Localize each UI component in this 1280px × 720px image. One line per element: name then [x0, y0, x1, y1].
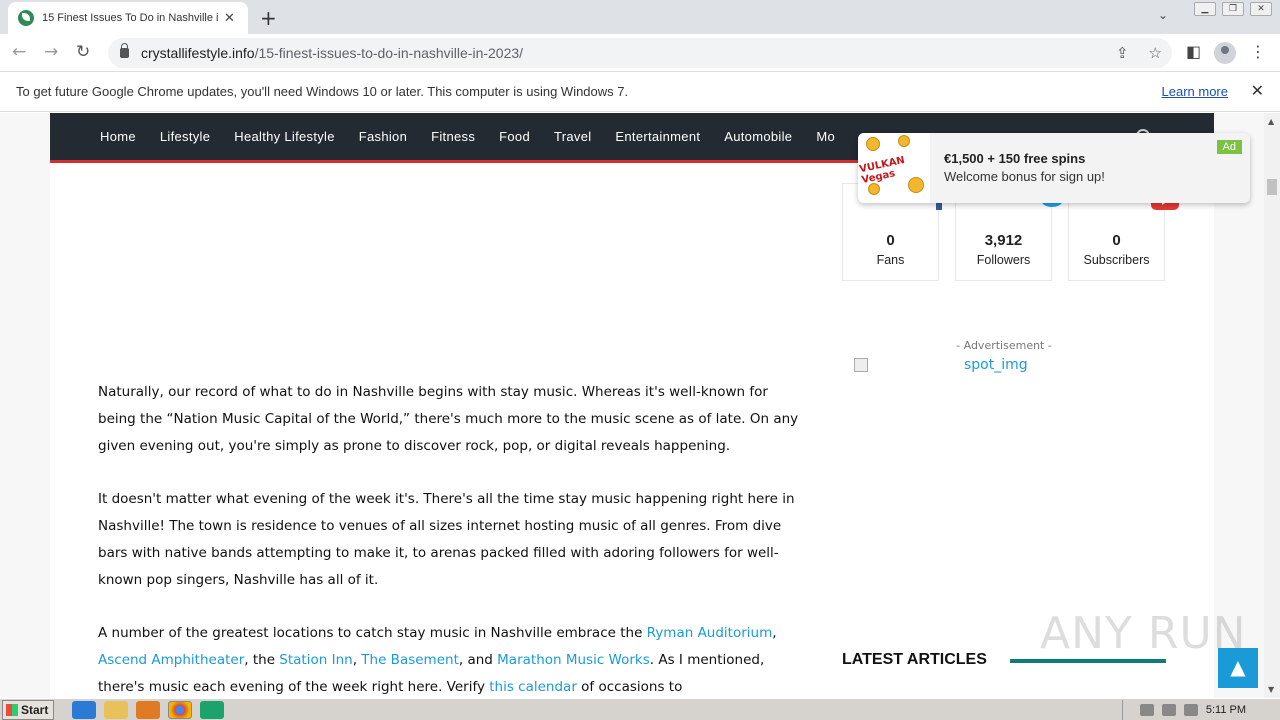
ad-badge: Ad: [1216, 140, 1242, 154]
nav-lifestyle[interactable]: Lifestyle: [160, 129, 210, 144]
marathon-music-works-link[interactable]: Marathon Music Works: [497, 652, 650, 668]
nav-more[interactable]: Mo: [816, 129, 835, 144]
side-panel-icon[interactable]: ◧: [1186, 42, 1201, 61]
subscribers-label: Subscribers: [1083, 253, 1150, 267]
article-paragraph-2: It doesn't matter what evening of the we…: [98, 491, 795, 588]
followers-count: 3,912: [984, 232, 1023, 249]
tab-strip: 15 Finest Issues To Do in Nashville in 2…: [0, 0, 1280, 34]
bookmark-star-icon[interactable]: ☆: [1149, 44, 1162, 62]
new-tab-button[interactable]: +: [260, 6, 277, 30]
nav-fashion[interactable]: Fashion: [359, 129, 407, 144]
close-infobar-icon[interactable]: ✕: [1251, 81, 1264, 101]
back-arrow-icon[interactable]: ←: [12, 42, 26, 62]
fans-count: 0: [886, 232, 895, 249]
page-scrollbar[interactable]: ▲ ▼: [1264, 113, 1280, 698]
forward-arrow-icon[interactable]: →: [44, 42, 58, 62]
lock-icon[interactable]: [120, 43, 129, 58]
the-basement-link[interactable]: The Basement: [361, 652, 459, 668]
ad-title: €1,500 + 150 free spins: [944, 151, 1086, 166]
window-controls: ▁ ❐ ✕: [1194, 2, 1272, 16]
volume-icon[interactable]: [1139, 704, 1154, 716]
media-player-icon[interactable]: [136, 700, 160, 719]
heading-divider: [1010, 659, 1166, 663]
back-to-top-button[interactable]: ▲: [1218, 648, 1258, 688]
share-icon[interactable]: ⇪: [1116, 44, 1129, 62]
chrome-icon[interactable]: [168, 700, 192, 719]
advertisement-label: - Advertisement -: [956, 339, 1052, 352]
profile-avatar-icon[interactable]: [1214, 42, 1236, 64]
ascend-amphitheater-link[interactable]: Ascend Amphitheater: [98, 652, 244, 668]
spot-image[interactable]: spot_img: [854, 357, 1028, 373]
fans-label: Fans: [876, 253, 905, 267]
nav-automobile[interactable]: Automobile: [724, 129, 792, 144]
close-tab-icon[interactable]: ✕: [224, 11, 235, 26]
internet-explorer-icon[interactable]: [72, 700, 96, 719]
learn-more-link[interactable]: Learn more: [1162, 84, 1228, 99]
system-tray: 5:11 PM: [1122, 700, 1280, 720]
followers-label: Followers: [976, 253, 1031, 267]
calendar-link[interactable]: this calendar: [489, 679, 577, 695]
tab-search-chevron-icon[interactable]: ⌄: [1158, 8, 1168, 22]
station-inn-link[interactable]: Station Inn: [279, 652, 352, 668]
windows-taskbar: Start 5:11 PM: [0, 698, 1280, 720]
scroll-down-icon[interactable]: ▼: [1268, 685, 1274, 694]
anyrun-watermark: ANY RUN: [1040, 608, 1247, 659]
latest-articles-heading: LATEST ARTICLES: [842, 651, 987, 668]
article-paragraph-3: A number of the greatest locations to ca…: [98, 625, 777, 695]
article-paragraph-1: Naturally, our record of what to do in N…: [98, 384, 799, 454]
minimize-button[interactable]: ▁: [1194, 2, 1216, 16]
scroll-thumb[interactable]: [1267, 179, 1277, 195]
ryman-auditorium-link[interactable]: Ryman Auditorium: [647, 625, 773, 641]
address-bar[interactable]: crystallifestyle.info/15-finest-issues-t…: [108, 38, 1172, 68]
tab-title: 15 Finest Issues To Do in Nashville in 2…: [42, 12, 218, 24]
ad-image: VULKAN Vegas: [858, 133, 930, 203]
popup-ad[interactable]: VULKAN Vegas €1,500 + 150 free spins Wel…: [858, 133, 1250, 203]
menu-kebab-icon[interactable]: ⋮: [1250, 42, 1266, 61]
action-center-flag-icon[interactable]: [1183, 704, 1198, 716]
edge-icon[interactable]: [200, 700, 224, 719]
ad-subtitle: Welcome bonus for sign up!: [944, 169, 1105, 184]
scroll-up-icon[interactable]: ▲: [1268, 117, 1274, 126]
file-explorer-icon[interactable]: [104, 700, 128, 719]
spot-image-alt: spot_img: [964, 357, 1028, 373]
clock[interactable]: 5:11 PM: [1206, 704, 1246, 716]
reload-icon[interactable]: ↻: [76, 42, 90, 62]
browser-toolbar: ← → ↻ crystallifestyle.info/15-finest-is…: [0, 34, 1280, 72]
nav-food[interactable]: Food: [499, 129, 530, 144]
start-button[interactable]: Start: [2, 699, 54, 720]
network-icon[interactable]: [1161, 704, 1176, 716]
restore-button[interactable]: ❐: [1222, 2, 1244, 16]
url-text[interactable]: crystallifestyle.info/15-finest-issues-t…: [141, 45, 523, 61]
infobar-message: To get future Google Chrome updates, you…: [16, 84, 629, 99]
subscribers-count: 0: [1112, 232, 1121, 249]
browser-tab[interactable]: 15 Finest Issues To Do in Nashville in 2…: [8, 2, 248, 34]
broken-image-icon: [854, 358, 868, 372]
site-favicon-icon: [18, 10, 34, 26]
update-infobar: To get future Google Chrome updates, you…: [0, 72, 1280, 112]
nav-healthy-lifestyle[interactable]: Healthy Lifestyle: [234, 129, 334, 144]
nav-fitness[interactable]: Fitness: [431, 129, 475, 144]
nav-entertainment[interactable]: Entertainment: [615, 129, 700, 144]
nav-travel[interactable]: Travel: [554, 129, 591, 144]
close-window-button[interactable]: ✕: [1250, 2, 1272, 16]
windows-logo-icon: [6, 703, 18, 716]
nav-home[interactable]: Home: [100, 129, 136, 144]
article-body: Naturally, our record of what to do in N…: [98, 379, 800, 698]
